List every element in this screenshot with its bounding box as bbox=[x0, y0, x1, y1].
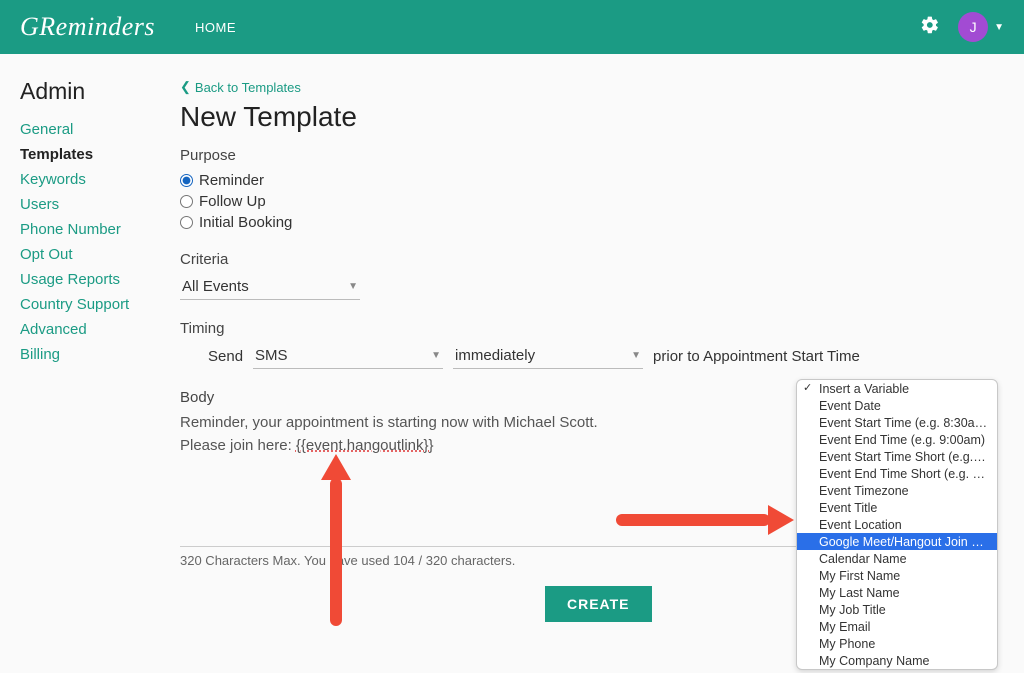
dropdown-item-label: My Last Name bbox=[819, 586, 900, 600]
dropdown-item[interactable]: My First Name bbox=[797, 567, 997, 584]
annotation-arrow-vertical bbox=[330, 478, 342, 626]
dropdown-item[interactable]: Event Start Time Short (e.g. 8am) bbox=[797, 448, 997, 465]
dropdown-item-label: Event Timezone bbox=[819, 484, 909, 498]
page-title: New Template bbox=[180, 101, 984, 133]
criteria-value: All Events bbox=[182, 278, 249, 295]
check-icon: ✓ bbox=[803, 381, 812, 394]
body-line2-prefix: Please join here: bbox=[180, 437, 296, 454]
chevron-down-icon: ▼ bbox=[348, 281, 358, 292]
dropdown-item[interactable]: My Email bbox=[797, 618, 997, 635]
dropdown-item[interactable]: My Company Name bbox=[797, 652, 997, 669]
dropdown-item[interactable]: Event End Time (e.g. 9:00am) bbox=[797, 431, 997, 448]
back-link-label: Back to Templates bbox=[195, 80, 301, 95]
dropdown-item[interactable]: My Job Title bbox=[797, 601, 997, 618]
back-to-templates-link[interactable]: ❮ Back to Templates bbox=[180, 79, 301, 95]
dropdown-item-label: My Phone bbox=[819, 637, 875, 651]
dropdown-item-label: My First Name bbox=[819, 569, 900, 583]
purpose-option-follow-up[interactable]: Follow Up bbox=[180, 191, 984, 212]
app-header: GReminders HOME J ▼ bbox=[0, 0, 1024, 54]
gear-icon[interactable] bbox=[920, 15, 940, 40]
dropdown-item-label: Event Date bbox=[819, 399, 881, 413]
dropdown-item-label: Event End Time (e.g. 9:00am) bbox=[819, 433, 985, 447]
dropdown-item[interactable]: ✓ Insert a Variable bbox=[797, 380, 997, 397]
annotation-arrow-horizontal bbox=[616, 514, 770, 526]
sidebar-item-opt-out[interactable]: Opt Out bbox=[20, 242, 180, 267]
purpose-option-label: Reminder bbox=[199, 172, 264, 189]
criteria-group: Criteria All Events ▼ bbox=[180, 251, 984, 300]
timing-when-value: immediately bbox=[455, 347, 535, 364]
dropdown-item-label: My Company Name bbox=[819, 654, 929, 668]
purpose-option-label: Initial Booking bbox=[199, 214, 292, 231]
dropdown-item[interactable]: Event End Time Short (e.g. 9am) bbox=[797, 465, 997, 482]
dropdown-item-label: Insert a Variable bbox=[819, 382, 909, 396]
purpose-group: Purpose Reminder Follow Up Initial Booking bbox=[180, 147, 984, 233]
sidebar-item-general[interactable]: General bbox=[20, 117, 180, 142]
logo: GReminders bbox=[20, 12, 155, 42]
sidebar-item-phone-number[interactable]: Phone Number bbox=[20, 217, 180, 242]
dropdown-item[interactable]: Event Date bbox=[797, 397, 997, 414]
dropdown-item-label: Event Start Time Short (e.g. 8am) bbox=[819, 450, 997, 464]
criteria-select[interactable]: All Events ▼ bbox=[180, 274, 360, 300]
purpose-label: Purpose bbox=[180, 147, 984, 164]
sidebar-item-users[interactable]: Users bbox=[20, 192, 180, 217]
purpose-option-initial-booking[interactable]: Initial Booking bbox=[180, 212, 984, 233]
sidebar-item-advanced[interactable]: Advanced bbox=[20, 317, 180, 342]
timing-suffix-text: prior to Appointment Start Time bbox=[653, 348, 860, 369]
purpose-option-reminder[interactable]: Reminder bbox=[180, 170, 984, 191]
dropdown-item[interactable]: Calendar Name bbox=[797, 550, 997, 567]
sidebar-item-country-support[interactable]: Country Support bbox=[20, 292, 180, 317]
timing-channel-select[interactable]: SMS ▼ bbox=[253, 343, 443, 369]
dropdown-item-label: My Job Title bbox=[819, 603, 886, 617]
purpose-radio[interactable] bbox=[180, 174, 193, 187]
dropdown-item[interactable]: Event Title bbox=[797, 499, 997, 516]
sidebar: Admin GeneralTemplatesKeywordsUsersPhone… bbox=[20, 78, 180, 622]
sidebar-item-usage-reports[interactable]: Usage Reports bbox=[20, 267, 180, 292]
chevron-down-icon: ▼ bbox=[431, 350, 441, 361]
purpose-radio[interactable] bbox=[180, 216, 193, 229]
dropdown-item[interactable]: Event Location bbox=[797, 516, 997, 533]
dropdown-item-label: My Email bbox=[819, 620, 870, 634]
timing-when-select[interactable]: immediately ▼ bbox=[453, 343, 643, 369]
dropdown-item-label: Event Start Time (e.g. 8:30am) bbox=[819, 416, 989, 430]
sidebar-item-templates[interactable]: Templates bbox=[20, 142, 180, 167]
body-variable-token: {{event.hangoutlink}} bbox=[296, 437, 434, 454]
purpose-option-label: Follow Up bbox=[199, 193, 266, 210]
variable-dropdown[interactable]: ✓ Insert a Variable Event Date Event Start … bbox=[796, 379, 998, 670]
dropdown-item-label: Calendar Name bbox=[819, 552, 907, 566]
avatar: J bbox=[958, 12, 988, 42]
timing-channel-value: SMS bbox=[255, 347, 288, 364]
timing-send-text: Send bbox=[208, 348, 243, 369]
sidebar-nav: GeneralTemplatesKeywordsUsersPhone Numbe… bbox=[20, 117, 180, 367]
dropdown-item-label: Event End Time Short (e.g. 9am) bbox=[819, 467, 997, 481]
header-right: J ▼ bbox=[920, 12, 1004, 42]
dropdown-item-label: Event Location bbox=[819, 518, 902, 532]
chevron-left-icon: ❮ bbox=[180, 79, 191, 95]
caret-down-icon: ▼ bbox=[994, 22, 1004, 33]
sidebar-title: Admin bbox=[20, 78, 180, 105]
dropdown-item[interactable]: Event Timezone bbox=[797, 482, 997, 499]
timing-group: Timing Send SMS ▼ immediately ▼ prior to… bbox=[180, 320, 984, 369]
dropdown-item[interactable]: My Phone bbox=[797, 635, 997, 652]
dropdown-item-label: Event Title bbox=[819, 501, 877, 515]
body-line1: Reminder, your appointment is starting n… bbox=[180, 414, 598, 431]
timing-label: Timing bbox=[180, 320, 984, 337]
sidebar-item-keywords[interactable]: Keywords bbox=[20, 167, 180, 192]
header-left: GReminders HOME bbox=[20, 12, 236, 42]
dropdown-item-label: Google Meet/Hangout Join Link bbox=[819, 535, 994, 549]
user-menu[interactable]: J ▼ bbox=[958, 12, 1004, 42]
chevron-down-icon: ▼ bbox=[631, 350, 641, 361]
purpose-radio[interactable] bbox=[180, 195, 193, 208]
dropdown-item[interactable]: Event Start Time (e.g. 8:30am) bbox=[797, 414, 997, 431]
dropdown-item[interactable]: My Last Name bbox=[797, 584, 997, 601]
home-link[interactable]: HOME bbox=[195, 20, 236, 35]
sidebar-item-billing[interactable]: Billing bbox=[20, 342, 180, 367]
criteria-label: Criteria bbox=[180, 251, 984, 268]
create-button[interactable]: CREATE bbox=[545, 586, 652, 622]
dropdown-item[interactable]: Google Meet/Hangout Join Link bbox=[797, 533, 997, 550]
